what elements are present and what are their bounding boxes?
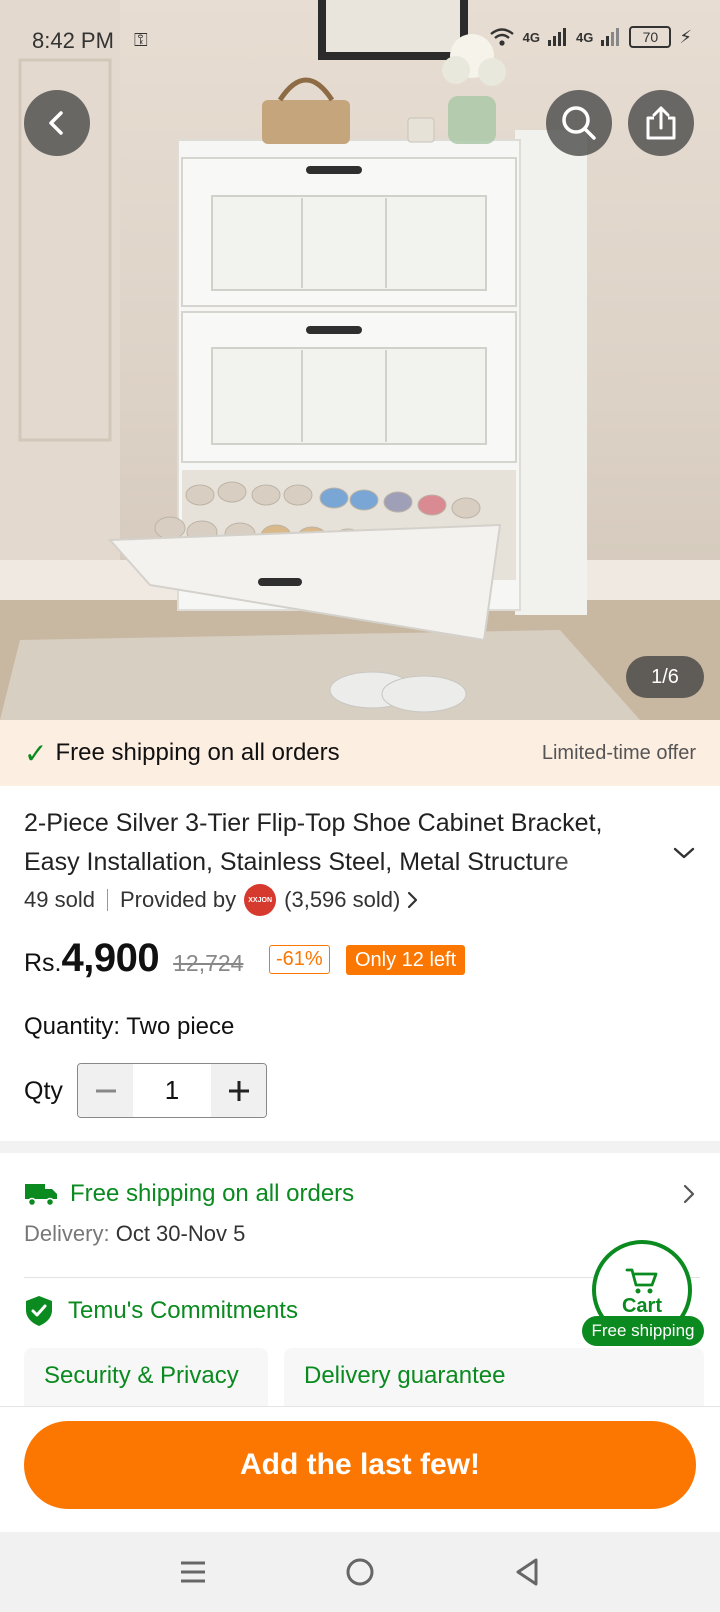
product-image-gallery[interactable]: 8:42 PM ⚿ 4G 4G 70 ⚡ 1/6 xyxy=(0,0,720,720)
offer-banner-left: ✓ Free shipping on all orders xyxy=(24,737,340,770)
cart-free-shipping-badge: Free shipping xyxy=(582,1316,704,1346)
home-circle-icon xyxy=(346,1558,374,1586)
delivery-truck-icon xyxy=(25,1184,57,1207)
shield-check-icon xyxy=(26,1296,52,1326)
floating-cart-button[interactable]: Cart Free shipping xyxy=(582,1240,720,1348)
chevron-right-icon xyxy=(408,891,418,909)
network-type-2: 4G xyxy=(576,29,594,45)
shipping-title: Free shipping on all orders xyxy=(70,1180,355,1207)
expand-title-button[interactable] xyxy=(672,846,696,865)
vpn-key-icon: ⚿ xyxy=(134,30,148,50)
qty-value[interactable]: 1 xyxy=(133,1064,211,1117)
check-icon: ✓ xyxy=(24,737,48,769)
system-navigation-bar xyxy=(0,1532,720,1612)
minus-icon xyxy=(95,1089,116,1092)
commitment-card-title: Security & Privacy xyxy=(44,1362,239,1389)
delivery-estimate: Delivery: Oct 30-Nov 5 xyxy=(24,1221,245,1247)
back-arrow-icon xyxy=(49,111,63,135)
offer-banner: ✓ Free shipping on all orders Limited-ti… xyxy=(0,720,720,786)
menu-icon xyxy=(181,1561,206,1583)
offer-banner-text: Free shipping on all orders xyxy=(55,739,340,766)
stock-badge: Only 12 left xyxy=(346,945,466,975)
cart-icon xyxy=(625,1268,658,1294)
nav-menu-button[interactable] xyxy=(163,1542,223,1602)
price-value: 4,900 xyxy=(61,936,160,980)
image-page-indicator: 1/6 xyxy=(626,656,704,698)
qty-label: Qty xyxy=(24,1077,63,1105)
chevron-down-icon xyxy=(673,847,695,859)
offer-banner-tag: Limited-time offer xyxy=(541,741,696,764)
product-title-line-1: 2-Piece Silver 3-Tier Flip-Top Shoe Cabi… xyxy=(24,809,603,837)
wifi-icon xyxy=(489,28,514,46)
product-title-line-2: Easy Installation, Stainless Steel, Meta… xyxy=(24,848,569,876)
product-title: 2-Piece Silver 3-Tier Flip-Top Shoe Cabi… xyxy=(24,804,664,882)
status-icons: 4G 4G 70 ⚡ xyxy=(489,26,692,48)
back-triangle-icon xyxy=(516,1558,538,1586)
price-line: Rs. 4,900 12,724 xyxy=(24,936,243,981)
seller-line[interactable]: 49 sold Provided by XXJON (3,596 sold) xyxy=(24,884,418,916)
add-to-cart-button[interactable]: Add the last few! xyxy=(24,1421,696,1509)
seller-logo: XXJON xyxy=(244,884,277,916)
back-button[interactable] xyxy=(24,90,90,156)
signal-icon xyxy=(601,28,620,46)
chevron-right-icon xyxy=(683,1184,695,1204)
commitment-card-title: Delivery guarantee xyxy=(304,1362,506,1389)
nav-home-button[interactable] xyxy=(330,1542,390,1602)
quantity-stepper[interactable]: 1 xyxy=(77,1063,267,1118)
decrease-qty-button[interactable] xyxy=(78,1064,133,1117)
battery-icon: 70 xyxy=(629,26,672,48)
status-time: 8:42 PM xyxy=(32,28,114,53)
original-price: 12,724 xyxy=(173,950,244,976)
plus-icon xyxy=(228,1080,249,1101)
bottom-action-bar: Add the last few! xyxy=(0,1406,720,1532)
charging-icon: ⚡ xyxy=(679,26,692,47)
provided-by-label: Provided by xyxy=(119,887,237,912)
sold-count: 49 sold xyxy=(24,887,95,912)
search-button[interactable] xyxy=(546,90,612,156)
share-button[interactable] xyxy=(628,90,694,156)
seller-sold-count: (3,596 sold) xyxy=(284,887,401,912)
product-photo xyxy=(0,0,720,720)
shipping-row[interactable]: Free shipping on all orders xyxy=(24,1174,700,1214)
commitments-title: Temu's Commitments xyxy=(68,1297,298,1324)
increase-qty-button[interactable] xyxy=(211,1064,266,1117)
delivery-label: Delivery: xyxy=(24,1221,110,1246)
share-icon xyxy=(646,106,676,140)
divider xyxy=(106,889,108,911)
discount-badge: -61% xyxy=(269,945,330,974)
quantity-option-label[interactable]: Quantity: Two piece xyxy=(24,1013,234,1041)
nav-back-button[interactable] xyxy=(497,1542,557,1602)
delivery-dates: Oct 30-Nov 5 xyxy=(115,1221,246,1246)
section-divider xyxy=(0,1141,720,1153)
cart-label: Cart xyxy=(621,1295,662,1317)
status-bar: 8:42 PM ⚿ 4G 4G 70 ⚡ xyxy=(0,0,720,80)
price-currency: Rs. xyxy=(24,949,62,977)
search-icon xyxy=(562,106,596,140)
signal-icon xyxy=(548,28,567,46)
commitments-row[interactable]: Temu's Commitments xyxy=(24,1295,298,1327)
network-type-1: 4G xyxy=(522,29,541,45)
